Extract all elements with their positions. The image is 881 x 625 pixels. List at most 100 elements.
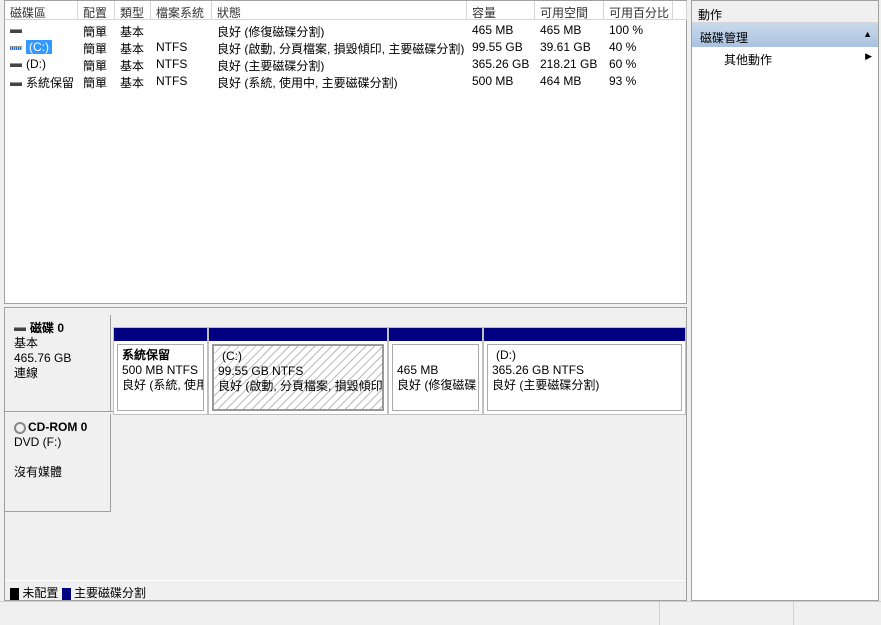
cdrom-type: DVD (F:) bbox=[14, 435, 62, 449]
volume-name: (D:) bbox=[26, 57, 46, 71]
cell-type: 基本 bbox=[120, 59, 145, 72]
partition-d[interactable]: (D:) 365.26 GB NTFS 良好 (主要磁碟分割) bbox=[483, 327, 686, 415]
cell-free: 465 MB bbox=[540, 23, 582, 37]
partition-label bbox=[397, 348, 478, 363]
disk0-size: 465.76 GB bbox=[14, 351, 72, 365]
cell-pct: 100 % bbox=[609, 23, 644, 37]
cell-capacity: 465 MB bbox=[472, 23, 514, 37]
volume-icon bbox=[10, 45, 22, 50]
partition-status: 良好 (啟動, 分頁檔案, 損毀傾印 bbox=[218, 379, 383, 393]
cell-type: 基本 bbox=[120, 76, 145, 89]
partition-size: 465 MB bbox=[397, 363, 439, 377]
disk0-type: 基本 bbox=[14, 336, 39, 350]
col-header-volume[interactable]: 磁碟區 bbox=[5, 1, 78, 20]
partition-status: 良好 (系統, 使用 bbox=[122, 378, 204, 392]
cell-status: 良好 (啟動, 分頁檔案, 損毀傾印, 主要磁碟分割) bbox=[217, 42, 465, 55]
volume-icon bbox=[10, 81, 22, 86]
col-header-layout[interactable]: 配置 bbox=[78, 1, 115, 20]
cell-free: 218.21 GB bbox=[540, 57, 598, 71]
partition-c[interactable]: (C:) 99.55 GB NTFS 良好 (啟動, 分頁檔案, 損毀傾印 bbox=[208, 327, 388, 415]
cdrom0-label[interactable]: CD-ROM 0 DVD (F:) 沒有媒體 bbox=[5, 414, 111, 512]
cell-fs: NTFS bbox=[156, 57, 188, 71]
partition-bar bbox=[209, 328, 387, 341]
table-row[interactable]: (D:) 簡單 基本 NTFS 良好 (主要磁碟分割) 365.26 GB 218.21 G… bbox=[5, 55, 686, 72]
col-header-pct[interactable]: 可用百分比 bbox=[604, 1, 673, 20]
table-row[interactable]: 簡單 基本 良好 (修復磁碟分割) 465 MB 465 MB 100 % bbox=[5, 21, 686, 38]
section-label: 磁碟管理 bbox=[700, 31, 749, 45]
cell-free: 39.61 GB bbox=[540, 40, 591, 54]
cell-capacity: 365.26 GB bbox=[472, 57, 530, 71]
disk-graph-pane: 磁碟 0 基本 465.76 GB 連線 系統保留 500 MB NTFS 良好 (… bbox=[4, 307, 687, 601]
partition-label: (C:) bbox=[222, 349, 242, 363]
cell-status: 良好 (修復磁碟分割) bbox=[217, 25, 325, 38]
partition-status: 良好 (修復磁碟 bbox=[397, 378, 477, 392]
partition-bar bbox=[389, 328, 482, 341]
partition-system-reserved[interactable]: 系統保留 500 MB NTFS 良好 (系統, 使用 bbox=[113, 327, 208, 415]
col-header-fs[interactable]: 檔案系統 bbox=[151, 1, 212, 20]
volume-icon bbox=[10, 28, 22, 33]
cell-pct: 93 % bbox=[609, 74, 637, 88]
volume-name: (C:) bbox=[26, 40, 52, 54]
table-row[interactable]: 系統保留 簡單 基本 NTFS 良好 (系統, 使用中, 主要磁碟分割) 500 MB 46… bbox=[5, 72, 686, 89]
cell-layout: 簡單 bbox=[83, 42, 108, 55]
cell-layout: 簡單 bbox=[83, 76, 108, 89]
cdrom-name: CD-ROM 0 bbox=[28, 420, 88, 434]
cell-type: 基本 bbox=[120, 42, 145, 55]
legend-primary: 主要磁碟分割 bbox=[74, 586, 147, 600]
partition-recovery[interactable]: 465 MB 良好 (修復磁碟 bbox=[388, 327, 483, 415]
disk0-label[interactable]: 磁碟 0 基本 465.76 GB 連線 bbox=[5, 315, 111, 412]
cell-fs bbox=[151, 21, 212, 38]
cell-pct: 40 % bbox=[609, 40, 637, 54]
cdrom-state: 沒有媒體 bbox=[14, 465, 63, 479]
collapse-up-icon[interactable]: ▲ bbox=[863, 29, 872, 39]
partition-size: 365.26 GB NTFS bbox=[492, 363, 585, 377]
partition-bar bbox=[484, 328, 685, 341]
volume-list[interactable]: 磁碟區 配置 類型 檔案系統 狀態 容量 可用空間 可用百分比 簡單 基本 良好 (… bbox=[4, 0, 687, 304]
col-header-filler bbox=[673, 1, 687, 20]
volume-name: 系統保留 bbox=[26, 76, 75, 89]
disk0-state: 連線 bbox=[14, 366, 39, 380]
col-header-type[interactable]: 類型 bbox=[115, 1, 151, 20]
cell-fs: NTFS bbox=[156, 74, 188, 88]
legend-swatch-unallocated bbox=[10, 587, 19, 600]
volume-icon bbox=[10, 62, 22, 67]
col-header-capacity[interactable]: 容量 bbox=[467, 1, 535, 20]
actions-pane: 動作 磁碟管理 ▲ 其他動作 ▶ bbox=[691, 0, 879, 601]
status-bar bbox=[0, 601, 881, 625]
cell-name: (D:) bbox=[5, 55, 78, 72]
cell-fs: NTFS bbox=[156, 40, 188, 54]
legend-unallocated: 未配置 bbox=[22, 586, 59, 600]
cell-name: (C:) bbox=[5, 38, 78, 55]
cell-type: 基本 bbox=[120, 25, 145, 38]
table-row[interactable]: (C:) 簡單 基本 NTFS 良好 (啟動, 分頁檔案, 損毀傾印, 主要磁碟分割) 9… bbox=[5, 38, 686, 55]
cell-layout: 簡單 bbox=[83, 25, 108, 38]
disk-icon bbox=[14, 326, 26, 331]
cell-pct: 60 % bbox=[609, 57, 637, 71]
cell-name: 系統保留 bbox=[5, 72, 78, 89]
cell-free: 464 MB bbox=[540, 74, 582, 88]
cell-capacity: 99.55 GB bbox=[472, 40, 523, 54]
legend: 未配置 主要磁碟分割 bbox=[5, 580, 686, 600]
cell-capacity: 500 MB bbox=[472, 74, 514, 88]
cell-status: 良好 (系統, 使用中, 主要磁碟分割) bbox=[217, 76, 398, 89]
legend-swatch-primary bbox=[61, 587, 71, 600]
cell-name bbox=[5, 21, 78, 38]
actions-title: 動作 bbox=[692, 1, 878, 23]
disk0-partitions: 系統保留 500 MB NTFS 良好 (系統, 使用 (C:) 99.55 GB N… bbox=[111, 315, 686, 415]
partition-bar bbox=[114, 328, 207, 341]
partition-label: 系統保留 bbox=[122, 348, 171, 362]
partition-label: (D:) bbox=[496, 348, 516, 362]
more-actions-label: 其他動作 bbox=[724, 53, 773, 67]
action-more-actions[interactable]: 其他動作 ▶ bbox=[692, 47, 878, 69]
cdrom-icon bbox=[14, 421, 26, 434]
actions-section-disk-management[interactable]: 磁碟管理 ▲ bbox=[692, 23, 878, 47]
submenu-arrow-icon: ▶ bbox=[865, 51, 872, 61]
partition-status: 良好 (主要磁碟分割) bbox=[492, 378, 600, 392]
partition-size: 500 MB NTFS bbox=[122, 363, 199, 377]
col-header-free[interactable]: 可用空間 bbox=[535, 1, 604, 20]
col-header-status[interactable]: 狀態 bbox=[212, 1, 467, 20]
cell-status: 良好 (主要磁碟分割) bbox=[217, 59, 325, 72]
disk0-name: 磁碟 0 bbox=[30, 321, 65, 335]
cell-layout: 簡單 bbox=[83, 59, 108, 72]
partition-size: 99.55 GB NTFS bbox=[218, 364, 304, 378]
